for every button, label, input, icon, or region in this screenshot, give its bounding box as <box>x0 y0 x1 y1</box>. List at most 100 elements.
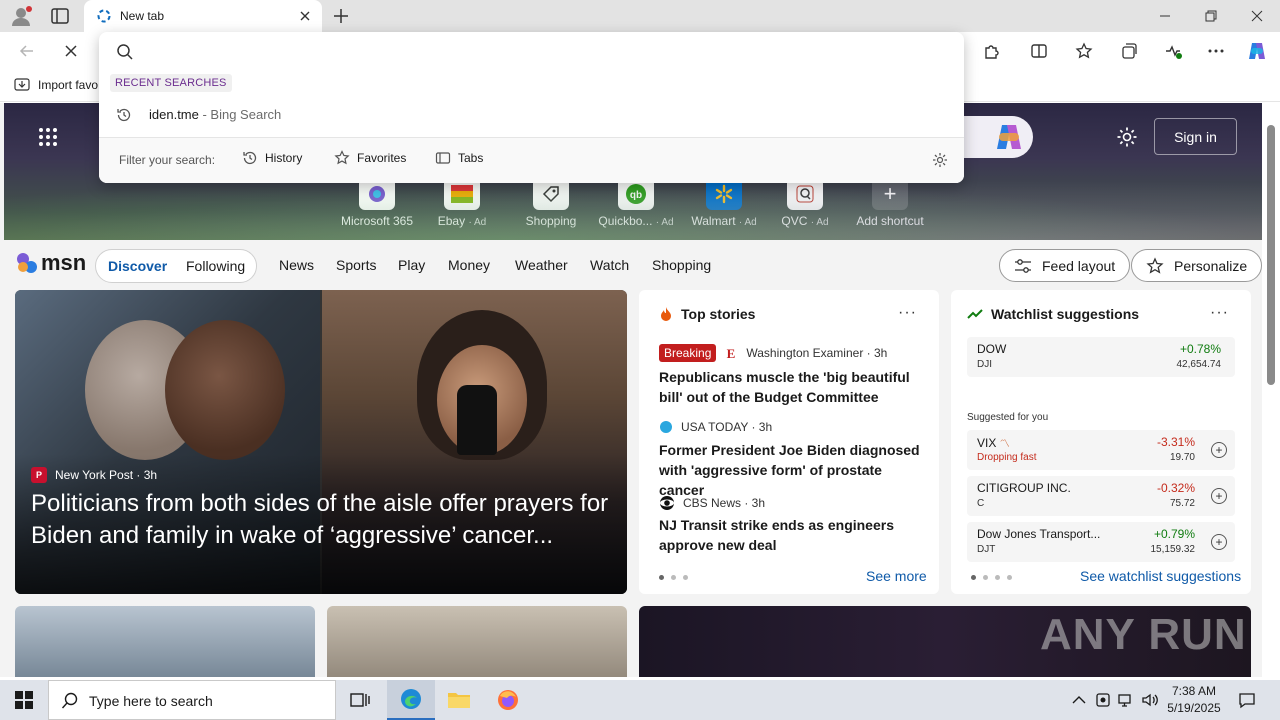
story-source-label: USA TODAY · 3h <box>681 420 773 434</box>
top-stories-more-button[interactable]: ··· <box>898 304 917 322</box>
story-title[interactable]: Former President Joe Biden diagnosed wit… <box>659 440 929 500</box>
filter-history-button[interactable]: History <box>242 150 302 166</box>
carousel-dot[interactable] <box>1007 575 1012 580</box>
page-settings-icon[interactable] <box>1116 126 1138 148</box>
shortcut-shopping[interactable]: Shopping <box>511 178 591 228</box>
close-tab-icon[interactable] <box>296 7 314 25</box>
story-card-thumbnail[interactable] <box>327 606 627 677</box>
nav-sports[interactable]: Sports <box>336 257 376 273</box>
import-favorites-link[interactable]: Import favo <box>14 78 98 92</box>
shortcut-walmart[interactable]: Walmart · Ad <box>684 178 764 228</box>
notification-icon[interactable] <box>1238 691 1256 709</box>
network-icon[interactable] <box>1117 691 1135 709</box>
nav-watch[interactable]: Watch <box>590 257 629 273</box>
restore-button[interactable] <box>1188 0 1234 32</box>
watchlist-row-dow[interactable]: DOW DJI +0.78% 42,654.74 <box>967 337 1235 377</box>
stock-change: +0.78% <box>1179 342 1221 356</box>
nav-play[interactable]: Play <box>398 257 425 273</box>
volume-icon[interactable] <box>1141 691 1159 709</box>
taskbar-file-explorer-app[interactable] <box>435 680 483 720</box>
start-button[interactable] <box>0 680 48 720</box>
back-button[interactable] <box>16 40 38 62</box>
nav-weather[interactable]: Weather <box>515 257 568 273</box>
new-tab-button[interactable] <box>330 5 352 27</box>
taskbar-edge-app[interactable] <box>387 680 435 720</box>
close-window-button[interactable] <box>1234 0 1280 32</box>
shortcut-ebay[interactable]: Ebay · Ad <box>422 178 502 228</box>
feed-layout-label: Feed layout <box>1042 257 1116 274</box>
add-to-watchlist-icon[interactable]: + <box>1211 488 1227 504</box>
favorites-button[interactable] <box>1073 40 1095 62</box>
filter-favorites-button[interactable]: Favorites <box>334 150 406 166</box>
watchlist-row-djt[interactable]: Dow Jones Transport... DJT +0.79% 15,159… <box>967 522 1235 562</box>
scrollbar-thumb[interactable] <box>1267 125 1275 385</box>
shortcut-qvc[interactable]: QVC · Ad <box>765 178 845 228</box>
story-source: Breaking E Washington Examiner · 3h <box>659 344 887 362</box>
clock-date: 5/19/2025 <box>1167 701 1221 715</box>
segment-discover[interactable]: Discover <box>108 258 167 274</box>
app-launcher-icon[interactable] <box>38 127 58 147</box>
main-story-card[interactable]: P New York Post · 3h Politicians from bo… <box>15 290 627 594</box>
watchlist-card: Watchlist suggestions ··· DOW DJI +0.78%… <box>951 290 1251 594</box>
add-to-watchlist-icon[interactable]: + <box>1211 534 1227 550</box>
add-shortcut-button[interactable]: + Add shortcut <box>850 178 930 228</box>
taskbar-search-box[interactable]: Type here to search <box>48 680 336 720</box>
carousel-dot[interactable] <box>659 575 664 580</box>
minimize-button[interactable] <box>1142 0 1188 32</box>
segment-following[interactable]: Following <box>186 258 245 274</box>
main-story-title[interactable]: Politicians from both sides of the aisle… <box>31 488 616 552</box>
profile-icon[interactable] <box>10 5 32 27</box>
filter-tabs-button[interactable]: Tabs <box>435 150 483 166</box>
watchlist-row-citigroup[interactable]: CITIGROUP INC. C -0.32% 75.72 + <box>967 476 1235 516</box>
story-source-label: New York Post · 3h <box>55 468 158 482</box>
shortcut-microsoft-365[interactable]: Microsoft 365 <box>337 178 417 228</box>
task-view-button[interactable] <box>336 680 384 720</box>
settings-more-button[interactable] <box>1205 40 1227 62</box>
system-clock[interactable]: 7:38 AM 5/19/2025 <box>1164 683 1224 717</box>
split-screen-button[interactable] <box>1028 40 1050 62</box>
story-title[interactable]: NJ Transit strike ends as engineers appr… <box>659 515 929 555</box>
browser-essentials-button[interactable] <box>1162 40 1184 62</box>
recent-search-item[interactable]: iden.tme - Bing Search <box>99 102 964 128</box>
feed-layout-button[interactable]: Feed layout <box>999 249 1131 282</box>
collections-button[interactable] <box>1118 40 1140 62</box>
page-scrollbar[interactable] <box>1262 103 1280 677</box>
msn-logo[interactable]: msn <box>16 250 86 276</box>
taskbar-firefox-app[interactable] <box>484 680 532 720</box>
watchlist-row-vix[interactable]: VIX 〽 Dropping fast -3.31% 19.70 + <box>967 430 1235 470</box>
tab-new-tab[interactable]: New tab <box>84 0 322 32</box>
watchlist-more-button[interactable]: ··· <box>1210 304 1229 322</box>
shortcut-label: Microsoft 365 <box>340 214 414 228</box>
security-tray-icon[interactable] <box>1094 691 1112 709</box>
see-more-link[interactable]: See more <box>866 568 927 584</box>
msn-butterfly-icon <box>17 253 37 273</box>
extensions-button[interactable] <box>980 40 1002 62</box>
svg-text:qb: qb <box>630 190 642 201</box>
search-settings-gear-icon[interactable] <box>932 152 948 168</box>
carousel-dot[interactable] <box>683 575 688 580</box>
carousel-dot[interactable] <box>971 575 976 580</box>
new-york-post-icon: P <box>31 467 47 483</box>
story-title[interactable]: Republicans muscle the 'big beautiful bi… <box>659 367 929 407</box>
copilot-logo-icon[interactable] <box>993 123 1025 151</box>
feed-segment-control: Discover Following <box>95 249 257 283</box>
carousel-dot[interactable] <box>995 575 1000 580</box>
shortcut-quickbooks[interactable]: qb Quickbo... · Ad <box>596 178 676 228</box>
stock-name: DOW <box>977 342 1007 356</box>
stop-loading-button[interactable] <box>60 40 82 62</box>
story-card-thumbnail[interactable] <box>15 606 315 677</box>
sign-in-button[interactable]: Sign in <box>1154 118 1237 155</box>
see-watchlist-link[interactable]: See watchlist suggestions <box>1080 568 1241 584</box>
nav-news[interactable]: News <box>279 257 314 273</box>
copilot-button[interactable] <box>1246 40 1268 62</box>
stock-change: -3.31% <box>1156 435 1195 449</box>
carousel-dot[interactable] <box>671 575 676 580</box>
personalize-star-icon <box>1146 256 1164 274</box>
nav-money[interactable]: Money <box>448 257 490 273</box>
tab-actions-icon[interactable] <box>50 6 70 26</box>
personalize-button[interactable]: Personalize <box>1131 249 1262 282</box>
nav-shopping[interactable]: Shopping <box>652 257 711 273</box>
chevron-up-icon[interactable] <box>1070 691 1088 709</box>
add-to-watchlist-icon[interactable]: + <box>1211 442 1227 458</box>
carousel-dot[interactable] <box>983 575 988 580</box>
